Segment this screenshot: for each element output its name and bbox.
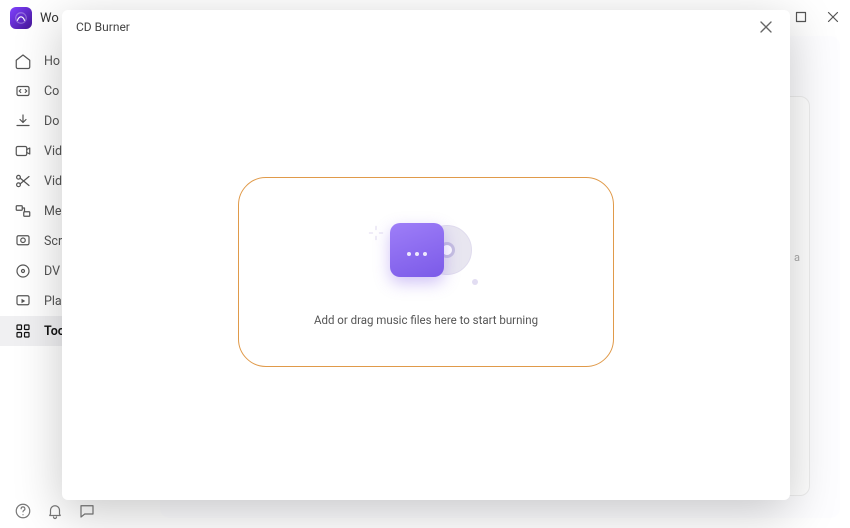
file-dropzone[interactable]: Add or drag music files here to start bu… — [238, 177, 614, 367]
background-text-fragment: a — [794, 251, 800, 264]
maximize-button[interactable] — [792, 8, 810, 26]
chat-icon[interactable] — [78, 502, 96, 520]
app-title: Wo — [40, 11, 59, 26]
play-icon — [14, 292, 32, 310]
sidebar-item-label: Ho — [44, 54, 60, 69]
music-folder-icon — [390, 223, 444, 277]
cd-burner-modal: CD Burner Add or drag music files here t… — [62, 10, 790, 500]
sidebar-item-label: Vid — [44, 144, 62, 159]
help-icon[interactable] — [14, 502, 32, 520]
merge-icon — [14, 202, 32, 220]
download-icon — [14, 112, 32, 130]
modal-title: CD Burner — [76, 20, 130, 34]
record-icon — [14, 232, 32, 250]
dropzone-hint-text: Add or drag music files here to start bu… — [314, 313, 538, 327]
modal-body: Add or drag music files here to start bu… — [62, 44, 790, 500]
sidebar-item-label: Me — [44, 204, 62, 219]
sidebar-item-label: Co — [44, 84, 59, 99]
home-icon — [14, 52, 32, 70]
app-root: Wo Ho Co Do Vi — [0, 0, 850, 528]
app-logo — [10, 7, 32, 29]
bell-icon[interactable] — [46, 502, 64, 520]
sparkle-icon — [368, 225, 384, 245]
sidebar-bottom — [0, 502, 159, 520]
disc-icon — [14, 262, 32, 280]
sidebar-item-label: Scr — [44, 234, 62, 249]
sidebar-item-label: Do — [44, 114, 59, 129]
sidebar-item-label: Vid — [44, 174, 62, 189]
sidebar-item-label: DV — [44, 264, 60, 279]
shadow-dot — [472, 279, 478, 285]
modal-close-button[interactable] — [756, 17, 776, 37]
modal-header: CD Burner — [62, 10, 790, 44]
scissors-icon — [14, 172, 32, 190]
dropzone-illustration — [366, 217, 486, 287]
sidebar-item-label: Pla — [44, 294, 62, 309]
video-icon — [14, 142, 32, 160]
window-close-button[interactable] — [824, 8, 842, 26]
grid-icon — [14, 322, 32, 340]
convert-icon — [14, 82, 32, 100]
